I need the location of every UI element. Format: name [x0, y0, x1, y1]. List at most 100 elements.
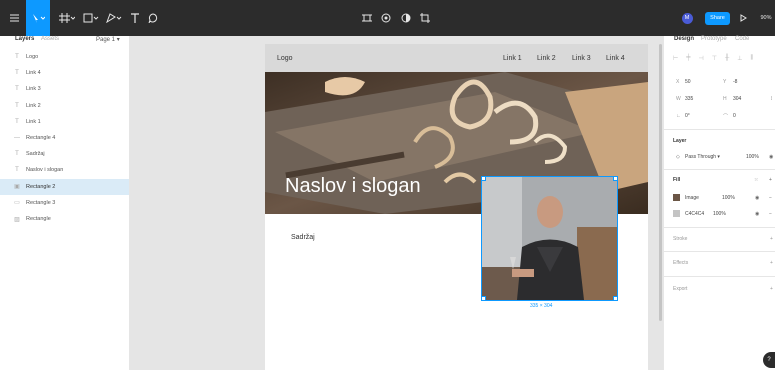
fill-1-eye-icon[interactable]: ◉ — [755, 195, 759, 201]
frame-tool-icon[interactable] — [56, 0, 78, 36]
resize-handle-tr[interactable] — [613, 177, 617, 181]
avatar[interactable]: M — [681, 0, 693, 36]
add-stroke-icon[interactable]: + — [770, 236, 773, 242]
distribute-icon[interactable]: ⫼ — [750, 55, 753, 63]
tab-layers[interactable]: Layers — [15, 36, 34, 42]
selected-image-rectangle[interactable] — [481, 176, 618, 301]
radius-field[interactable]: 0 — [733, 113, 736, 119]
layer-row[interactable]: T Sadržaj — [0, 146, 129, 162]
move-tool-icon[interactable] — [26, 0, 50, 36]
layer-type-icon: T — [15, 54, 19, 60]
layer-row[interactable]: T Link 1 — [0, 114, 129, 130]
nav-link-3[interactable]: Link 3 — [572, 55, 591, 62]
color-fill-swatch[interactable] — [673, 210, 680, 217]
nav-link-2[interactable]: Link 2 — [537, 55, 556, 62]
fill-2-eye-icon[interactable]: ◉ — [755, 211, 759, 217]
stroke-section-title[interactable]: Stroke — [673, 236, 687, 242]
resize-handle-tl[interactable] — [482, 177, 486, 181]
align-bottom-icon[interactable]: ⊥ — [737, 55, 742, 63]
theme-icon[interactable] — [400, 0, 412, 36]
align-center-icon[interactable]: ╪ — [686, 55, 690, 63]
layer-name: Rectangle 3 — [26, 199, 56, 206]
zoom-level[interactable]: 90% — [757, 0, 775, 36]
fill-section-title: Fill — [673, 177, 681, 183]
align-middle-icon[interactable]: ╫ — [725, 55, 729, 63]
layer-name: Rectangle — [26, 216, 51, 222]
visibility-icon[interactable]: ◉ — [769, 154, 773, 160]
crop-icon[interactable] — [419, 0, 431, 36]
tab-assets[interactable]: Assets — [41, 36, 59, 42]
layer-type-icon: — — [14, 135, 20, 141]
fill-2-remove-icon[interactable]: − — [769, 211, 772, 217]
comment-icon[interactable] — [146, 0, 160, 36]
tab-code[interactable]: Code — [735, 36, 749, 42]
layer-name: Rectangle 4 — [26, 135, 56, 141]
h-field[interactable]: 304 — [733, 96, 741, 102]
constrain-proportions-icon[interactable]: ⁞ — [771, 96, 772, 102]
layer-row[interactable]: T Link 3 — [0, 81, 129, 97]
w-field[interactable]: 335 — [685, 96, 693, 102]
align-top-icon[interactable]: ⊤ — [712, 55, 717, 63]
layer-row[interactable]: ▣ Rectangle 2 — [0, 178, 129, 195]
layer-row[interactable]: — Rectangle 4 — [0, 130, 129, 146]
layer-type-icon: ▨ — [14, 216, 20, 223]
align-left-icon[interactable]: ⊢ — [673, 55, 678, 63]
layer-row[interactable]: T Link 2 — [0, 98, 129, 114]
rotation-field[interactable]: 0° — [685, 113, 690, 119]
effects-section-title[interactable]: Effects — [673, 260, 688, 266]
share-button[interactable]: Share — [705, 11, 730, 25]
resize-handle-bl[interactable] — [482, 296, 486, 300]
tab-design[interactable]: Design — [674, 36, 694, 42]
add-fill-icon[interactable]: + — [769, 177, 772, 183]
image-fill-swatch[interactable] — [673, 194, 680, 201]
layer-type-icon: T — [15, 86, 19, 93]
x-label: X — [676, 79, 680, 85]
pen-tool-icon[interactable] — [104, 0, 124, 36]
w-label: W — [676, 96, 681, 102]
layer-name: Link 3 — [26, 86, 41, 93]
shape-tool-icon[interactable] — [81, 0, 101, 36]
layer-row[interactable]: T Logo — [0, 49, 129, 65]
add-effect-icon[interactable]: + — [770, 260, 773, 266]
fill-1-remove-icon[interactable]: − — [769, 195, 772, 201]
y-label: Y — [723, 79, 727, 85]
add-export-icon[interactable]: + — [770, 286, 773, 292]
layer-row[interactable]: T Link 4 — [0, 65, 129, 81]
hero-title[interactable]: Naslov i slogan — [285, 175, 421, 198]
blend-mode-select[interactable]: Pass Through ▾ — [685, 154, 720, 160]
resize-handle-br[interactable] — [613, 296, 617, 300]
fill-1-name[interactable]: Image — [685, 195, 699, 201]
plugins-icon[interactable] — [380, 0, 392, 36]
logo-text[interactable]: Logo — [277, 55, 293, 62]
x-field[interactable]: 50 — [685, 79, 691, 85]
page-selector[interactable]: Page 1 ▾ — [96, 36, 120, 43]
canvas-scrollbar[interactable] — [659, 44, 662, 321]
fill-styles-icon[interactable]: ⁙ — [754, 177, 758, 183]
component-icon[interactable] — [361, 0, 373, 36]
layer-row[interactable]: ▨ Rectangle — [0, 211, 129, 227]
present-icon[interactable] — [738, 0, 748, 36]
layer-row[interactable]: T Naslov i slogan — [0, 162, 129, 178]
menu-icon[interactable] — [6, 0, 22, 36]
fill-2-name[interactable]: C4C4C4 — [685, 211, 704, 217]
export-section-title[interactable]: Export — [673, 286, 687, 292]
align-right-icon[interactable]: ⊣ — [699, 55, 704, 63]
fill-2-opacity[interactable]: 100% — [713, 211, 726, 217]
content-label[interactable]: Sadržaj — [291, 234, 315, 241]
frame-header[interactable]: Logo Link 1 Link 2 Link 3 Link 4 — [265, 44, 648, 72]
text-tool-icon[interactable] — [128, 0, 142, 36]
divider — [663, 251, 775, 252]
nav-link-4[interactable]: Link 4 — [606, 55, 625, 62]
layer-type-icon: T — [15, 118, 19, 125]
fill-1-opacity[interactable]: 100% — [722, 195, 735, 201]
nav-link-1[interactable]: Link 1 — [503, 55, 522, 62]
layer-type-icon: T — [15, 151, 19, 158]
layer-name: Link 2 — [26, 102, 41, 109]
h-label: H — [723, 96, 727, 102]
help-button[interactable]: ? — [763, 352, 775, 368]
tab-prototype[interactable]: Prototype — [701, 36, 727, 42]
layer-row[interactable]: ▭ Rectangle 3 — [0, 195, 129, 211]
layer-opacity-field[interactable]: 100% — [746, 154, 759, 160]
y-field[interactable]: -8 — [733, 79, 737, 85]
rotation-icon: ∟ — [676, 113, 681, 119]
